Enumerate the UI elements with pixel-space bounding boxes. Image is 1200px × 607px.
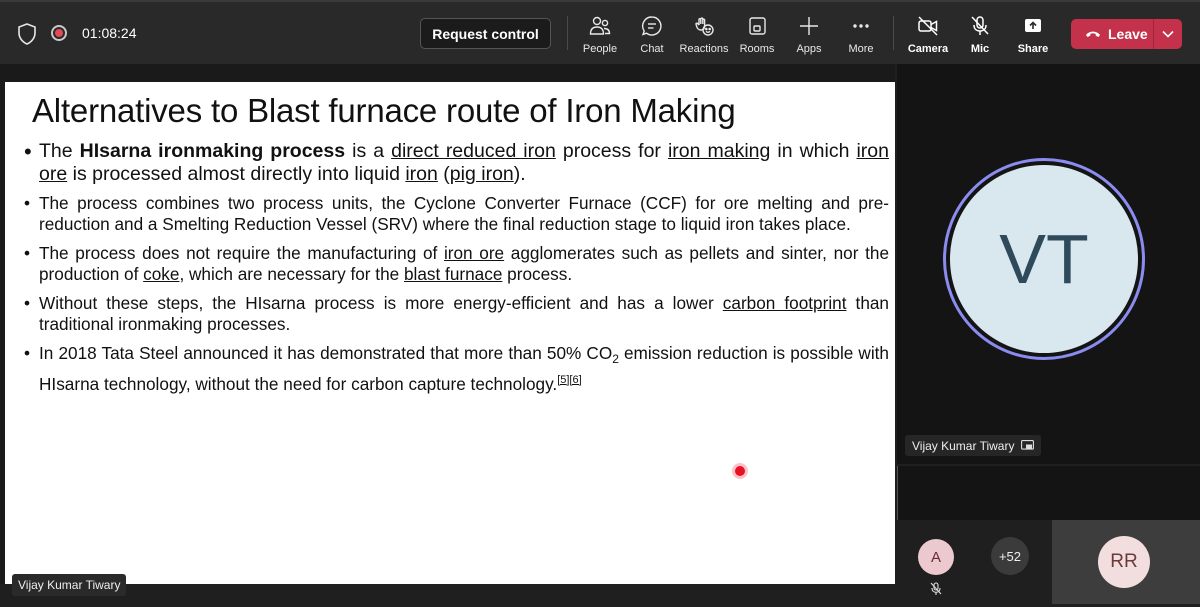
share-icon xyxy=(1025,19,1041,32)
text: ( xyxy=(437,163,450,185)
more-icon xyxy=(853,24,869,28)
bullet-5: In 2018 Tata Steel announced it has demo… xyxy=(21,343,889,394)
subscript: 2 xyxy=(612,352,619,366)
text: is processed almost directly into liquid xyxy=(67,163,406,185)
reactions-label: Reactions xyxy=(679,43,729,55)
reference-link: [5][6] xyxy=(557,373,582,386)
screen-share-icon xyxy=(1021,440,1035,450)
phone-hangup-icon xyxy=(1086,31,1100,37)
people-label: People xyxy=(582,43,618,55)
text: in which xyxy=(770,140,857,162)
camera-button[interactable]: Camera xyxy=(899,12,957,58)
bold-text: HIsarna ironmaking process xyxy=(79,140,346,162)
text: Without these steps, the HIsarna process… xyxy=(39,293,723,313)
link-pig-iron: pig iron xyxy=(449,163,514,185)
people-button[interactable]: People xyxy=(571,12,629,58)
toolbar-divider xyxy=(567,16,568,50)
rooms-button[interactable]: Rooms xyxy=(728,12,786,58)
participant-name-tag: Vijay Kumar Tiwary xyxy=(905,435,1042,456)
tile-divider xyxy=(897,466,898,520)
avatar[interactable]: A xyxy=(918,539,954,575)
bullet-3: The process does not require the manufac… xyxy=(21,243,889,284)
plus-icon xyxy=(800,17,818,35)
bullet-2: The process combines two process units, … xyxy=(21,193,889,234)
link-iron-ore: iron ore xyxy=(443,243,505,263)
leave-label: Leave xyxy=(1108,26,1148,42)
chat-button[interactable]: Chat xyxy=(623,12,681,58)
chat-icon xyxy=(641,16,662,36)
request-control-button[interactable]: Request control xyxy=(420,18,551,49)
camera-off-icon xyxy=(918,16,938,36)
chevron-down-icon xyxy=(1162,30,1174,38)
reactions-icon xyxy=(695,17,714,36)
bullet-4: Without these steps, the HIsarna process… xyxy=(21,293,889,334)
avatar: RR xyxy=(1098,536,1150,588)
link-carbon-footprint: carbon footprint xyxy=(722,293,847,313)
toolbar-divider xyxy=(893,16,894,50)
mic-off-icon xyxy=(930,582,942,595)
people-icon xyxy=(589,16,611,35)
leave-main[interactable]: Leave xyxy=(1071,19,1153,49)
text: is a xyxy=(345,140,392,162)
text: In 2018 Tata Steel announced it has demo… xyxy=(39,343,613,363)
text: The xyxy=(39,140,80,162)
bullet-1: The HIsarna ironmaking process is a dire… xyxy=(21,140,889,186)
link-coke: coke xyxy=(143,263,180,284)
shared-content-stage: Alternatives to Blast furnace route of I… xyxy=(0,64,895,584)
apps-button[interactable]: Apps xyxy=(780,12,838,58)
mic-label: Mic xyxy=(970,43,990,55)
more-label: More xyxy=(848,43,874,55)
camera-label: Camera xyxy=(907,43,949,55)
meeting-toolbar: 01:08:24 Request control People Chat Rea… xyxy=(0,0,1200,64)
reactions-button[interactable]: Reactions xyxy=(675,12,733,58)
leave-options-button[interactable] xyxy=(1154,30,1182,38)
slide-title: Alternatives to Blast furnace route of I… xyxy=(32,92,736,129)
text: , which are necessary for the xyxy=(179,263,404,284)
rooms-icon xyxy=(749,17,766,35)
more-button[interactable]: More xyxy=(832,12,890,58)
leave-button[interactable]: Leave xyxy=(1071,19,1182,49)
text: ). xyxy=(513,163,526,185)
slide-bullets: The HIsarna ironmaking process is a dire… xyxy=(21,140,889,403)
more-participants-button[interactable]: +52 xyxy=(991,537,1029,575)
link-iron-making: iron making xyxy=(667,140,771,162)
apps-label: Apps xyxy=(796,43,822,55)
mic-off-icon xyxy=(971,16,989,35)
chat-label: Chat xyxy=(640,43,664,55)
rooms-label: Rooms xyxy=(739,43,775,55)
link-iron: iron xyxy=(405,163,438,185)
participant-name: Vijay Kumar Tiwary xyxy=(912,438,1015,453)
link-direct-reduced-iron: direct reduced iron xyxy=(391,140,556,162)
recording-icon xyxy=(51,25,67,41)
shield-icon[interactable] xyxy=(17,23,37,45)
text: process. xyxy=(502,263,573,284)
text: process for xyxy=(555,140,668,162)
mic-button[interactable]: Mic xyxy=(951,12,1009,58)
share-button[interactable]: Share xyxy=(1004,12,1062,58)
shared-slide: Alternatives to Blast furnace route of I… xyxy=(5,82,895,584)
meeting-timer: 01:08:24 xyxy=(82,25,137,41)
share-label: Share xyxy=(1017,43,1049,55)
link-blast-furnace: blast furnace xyxy=(403,263,503,284)
avatar: VT xyxy=(950,165,1138,353)
laser-pointer xyxy=(735,466,745,476)
speaking-ring: VT xyxy=(943,158,1145,360)
presenter-name-tag: Vijay Kumar Tiwary xyxy=(12,574,127,596)
participant-tile-empty xyxy=(898,466,1200,520)
text: The process does not require the manufac… xyxy=(39,243,444,263)
